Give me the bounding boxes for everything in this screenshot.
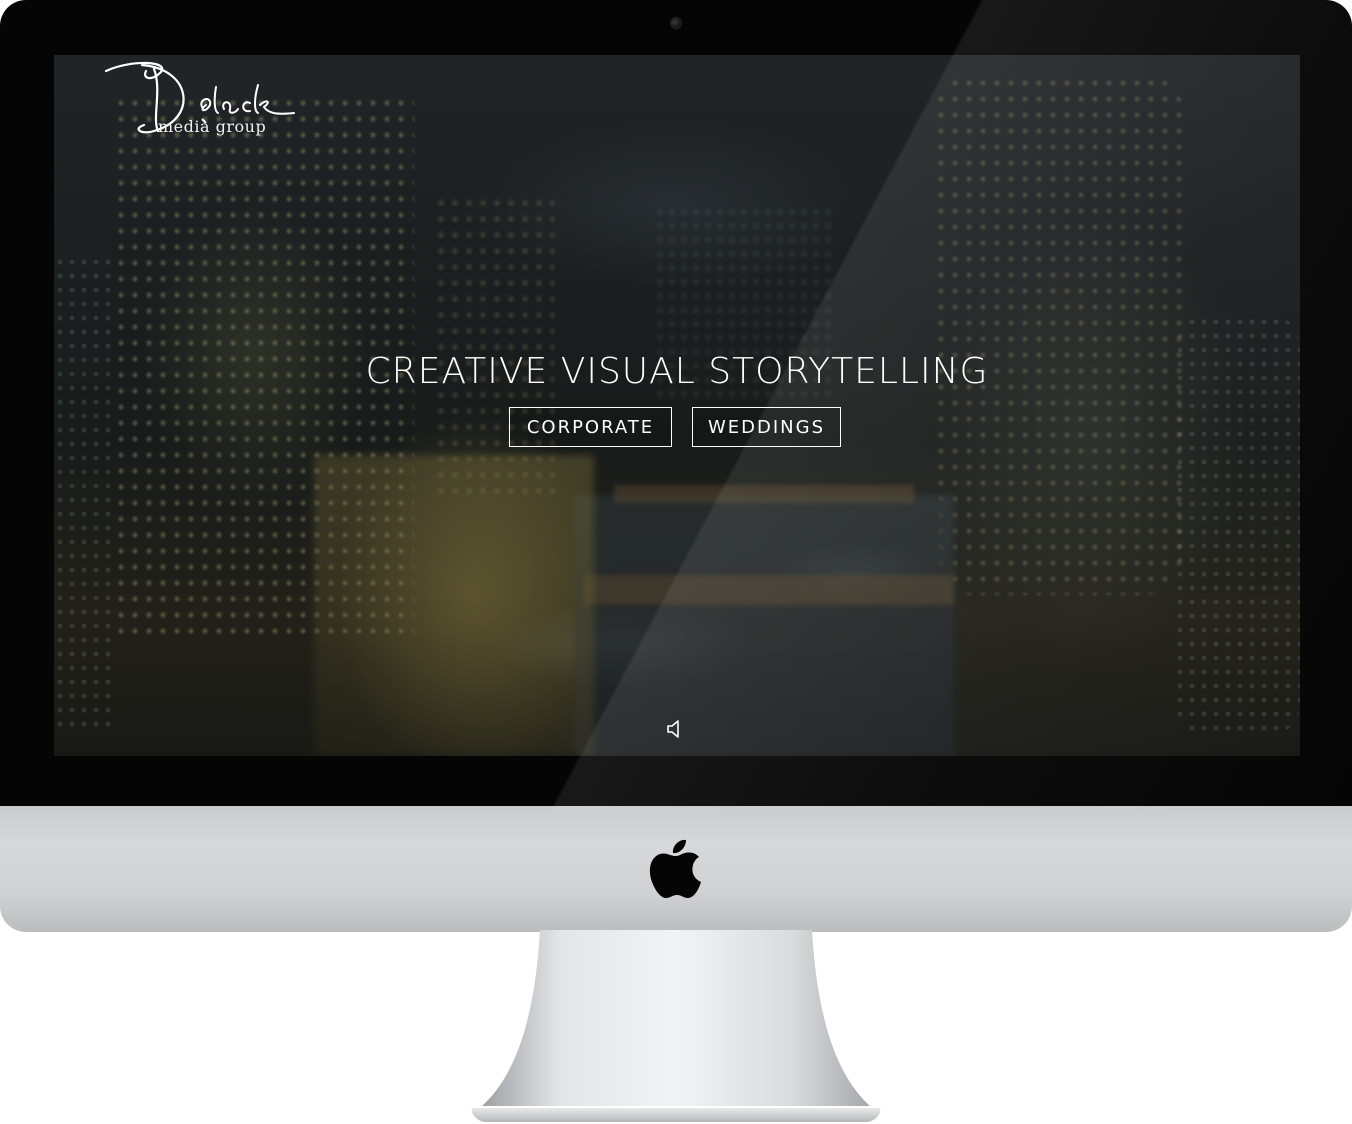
logo-subtitle: media group <box>158 117 267 136</box>
website-screen: media group CREATIVE VISUAL STORYTELLING… <box>54 55 1300 756</box>
imac-mockup: media group CREATIVE VISUAL STORYTELLING… <box>0 0 1352 1124</box>
speaker-icon[interactable] <box>664 718 686 740</box>
camera-icon <box>670 17 682 29</box>
monitor-bezel: media group CREATIVE VISUAL STORYTELLING… <box>0 0 1352 810</box>
corporate-button[interactable]: CORPORATE <box>509 407 672 447</box>
monitor-stand <box>471 930 881 1122</box>
hero-headline: CREATIVE VISUAL STORYTELLING <box>365 351 989 392</box>
apple-logo-icon <box>649 839 701 898</box>
weddings-button[interactable]: WEDDINGS <box>692 407 841 447</box>
